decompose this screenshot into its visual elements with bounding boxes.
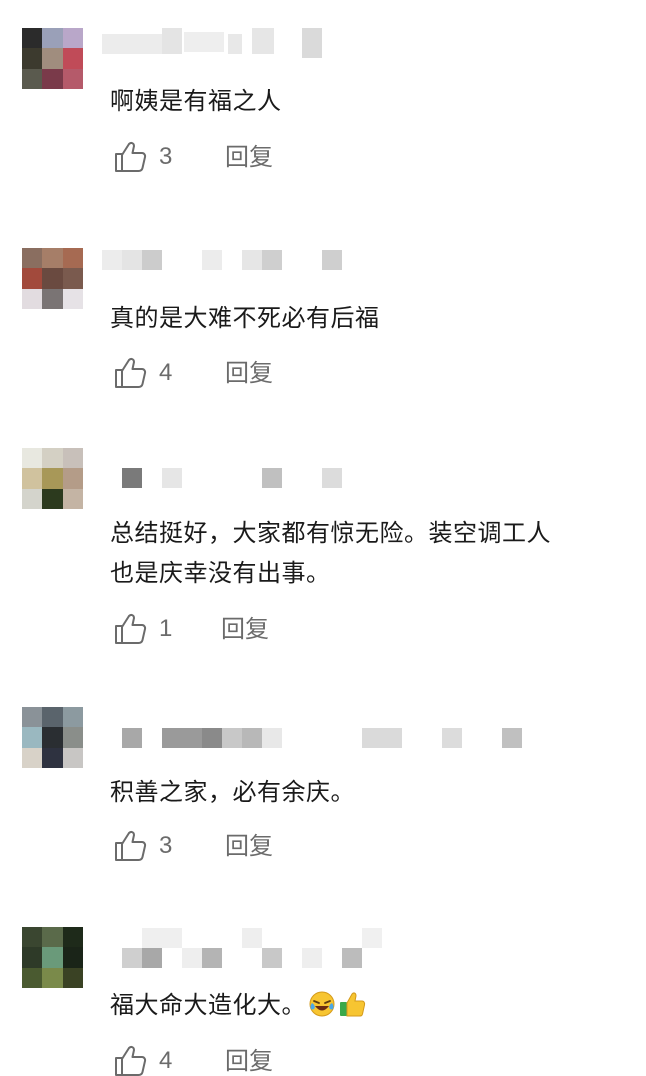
avatar-pixel [62, 947, 83, 968]
thumbs-up-emoji-icon [340, 992, 366, 1017]
avatar-pixel [22, 448, 43, 469]
username[interactable] [102, 726, 542, 756]
avatar-pixel [62, 468, 83, 489]
avatar-pixel [22, 727, 43, 748]
comment-actions: 4 回复 [113, 1041, 413, 1076]
avatar-pixel [62, 448, 83, 469]
comment-text-line: 总结挺好，大家都有惊无险。装空调工人 [110, 519, 551, 547]
reply-button[interactable]: 回复 [225, 826, 273, 866]
avatar-pixel [22, 48, 43, 69]
thumbs-up-icon [115, 141, 147, 172]
avatar-pixel [22, 268, 43, 289]
thumbs-up-icon [115, 357, 147, 388]
comment-text-content: 福大命大造化大。 [110, 991, 306, 1019]
avatar[interactable] [22, 28, 83, 89]
comment-actions: 3 回复 [113, 826, 413, 866]
avatar-pixel [22, 28, 43, 49]
comment-text: 真的是大难不死必有后福 [110, 304, 380, 332]
avatar-pixel [62, 68, 83, 89]
thumbs-up-icon [115, 830, 147, 861]
avatar-pixel [62, 967, 83, 988]
like-count: 4 [159, 359, 173, 386]
like-count: 3 [159, 143, 173, 170]
username[interactable] [102, 466, 542, 496]
avatar-pixel [42, 468, 63, 489]
avatar-pixel [62, 248, 83, 269]
avatar-pixel [62, 727, 83, 748]
avatar-pixel [22, 967, 43, 988]
username[interactable] [102, 28, 542, 58]
comment-actions: 1 回复 [113, 609, 413, 649]
avatar-pixel [42, 28, 63, 49]
avatar-pixel [62, 288, 83, 309]
avatar-pixel [42, 707, 63, 728]
avatar-pixel [42, 248, 63, 269]
avatar-pixel [22, 68, 43, 89]
thumbs-up-icon [115, 613, 147, 644]
avatar-pixel [22, 747, 43, 768]
avatar-pixel [42, 488, 63, 509]
comment-text: 总结挺好，大家都有惊无险。装空调工人 也是庆幸没有出事。 [110, 513, 630, 593]
avatar-pixel [62, 747, 83, 768]
comment-text-line: 也是庆幸没有出事。 [110, 559, 331, 587]
avatar-pixel [22, 927, 43, 948]
comment-list: 啊姨是有福之人 3 回复 真的是大难不死必有后福 4 回复 总结挺好，大家都有惊… [0, 0, 646, 1076]
avatar-pixel [62, 48, 83, 69]
avatar[interactable] [22, 448, 83, 509]
avatar-pixel [22, 468, 43, 489]
avatar[interactable] [22, 927, 83, 988]
avatar-pixel [22, 947, 43, 968]
like-button[interactable]: 4 [113, 1041, 172, 1076]
comment-actions: 3 回复 [113, 137, 413, 177]
avatar-pixel [42, 68, 63, 89]
laughing-tears-emoji-icon [309, 991, 335, 1017]
avatar[interactable] [22, 248, 83, 309]
like-count: 3 [159, 832, 173, 859]
like-button[interactable]: 3 [113, 137, 172, 177]
thumbs-up-icon [115, 1045, 147, 1076]
avatar-pixel [22, 288, 43, 309]
avatar-pixel [42, 268, 63, 289]
comment-text: 啊姨是有福之人 [110, 87, 282, 115]
avatar-pixel [42, 947, 63, 968]
username[interactable] [102, 246, 542, 276]
comment-text: 福大命大造化大。 [110, 985, 630, 1025]
avatar-pixel [22, 707, 43, 728]
like-count: 4 [159, 1047, 173, 1074]
avatar-pixel [62, 268, 83, 289]
avatar-pixel [42, 747, 63, 768]
comment-text: 积善之家，必有余庆。 [110, 778, 355, 806]
avatar-pixel [62, 927, 83, 948]
like-button[interactable]: 3 [113, 826, 172, 866]
avatar-pixel [22, 248, 43, 269]
avatar-pixel [22, 488, 43, 509]
reply-button[interactable]: 回复 [225, 353, 273, 393]
like-count: 1 [159, 615, 173, 642]
avatar-pixel [42, 48, 63, 69]
like-button[interactable]: 4 [113, 353, 172, 393]
avatar-pixel [62, 488, 83, 509]
reply-button[interactable]: 回复 [221, 609, 269, 649]
avatar[interactable] [22, 707, 83, 768]
username[interactable] [102, 926, 542, 968]
avatar-pixel [42, 967, 63, 988]
avatar-pixel [42, 288, 63, 309]
comment-actions: 4 回复 [113, 353, 413, 393]
avatar-pixel [42, 448, 63, 469]
like-button[interactable]: 1 [113, 609, 172, 649]
avatar-pixel [42, 927, 63, 948]
reply-button[interactable]: 回复 [225, 1041, 273, 1076]
avatar-pixel [42, 727, 63, 748]
avatar-pixel [62, 707, 83, 728]
avatar-pixel [62, 28, 83, 49]
reply-button[interactable]: 回复 [225, 137, 273, 177]
